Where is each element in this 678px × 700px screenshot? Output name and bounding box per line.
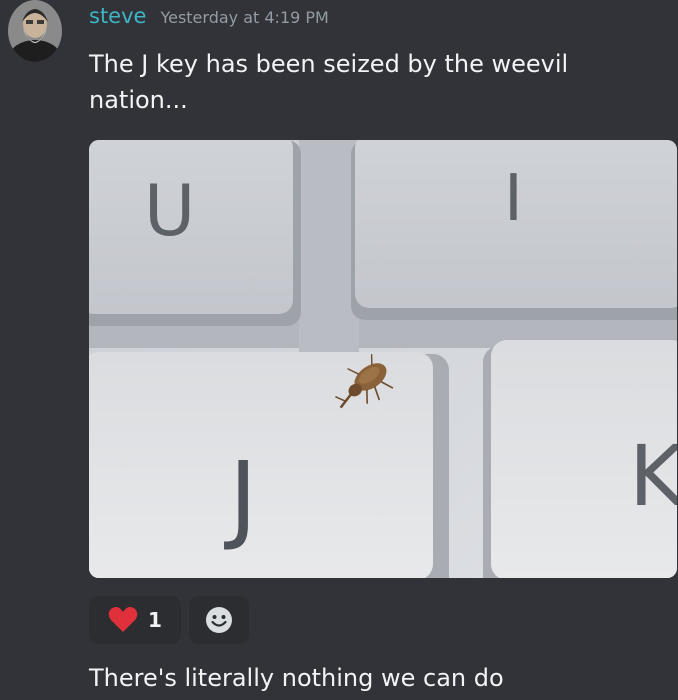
- message-header: steve Yesterday at 4:19 PM: [89, 4, 329, 34]
- username[interactable]: steve: [89, 4, 146, 28]
- image-attachment[interactable]: U I J K: [89, 140, 677, 578]
- reactions-bar: 1: [89, 596, 249, 644]
- i-key: I: [351, 140, 677, 320]
- followup-message-text: There's literally nothing we can do: [89, 664, 504, 692]
- bearded-man-avatar-icon: [8, 0, 62, 62]
- i-key-label: I: [504, 162, 523, 236]
- k-key-label: K: [629, 427, 677, 525]
- reaction-count: 1: [148, 608, 162, 632]
- add-reaction-button[interactable]: [189, 596, 249, 644]
- keyboard-weevil-photo: U I J K: [89, 140, 677, 578]
- message-timestamp: Yesterday at 4:19 PM: [160, 8, 329, 27]
- u-key: U: [89, 140, 301, 326]
- message-text: The J key has been seized by the weevil …: [89, 50, 569, 114]
- heart-reaction-button[interactable]: 1: [89, 596, 181, 644]
- j-key: J: [89, 352, 449, 578]
- k-key: K: [483, 340, 677, 578]
- heart-icon: [108, 607, 138, 632]
- u-key-label: U: [144, 170, 195, 252]
- add-reaction-icon: [206, 607, 232, 633]
- user-avatar[interactable]: [8, 0, 62, 62]
- j-key-label: J: [224, 441, 257, 553]
